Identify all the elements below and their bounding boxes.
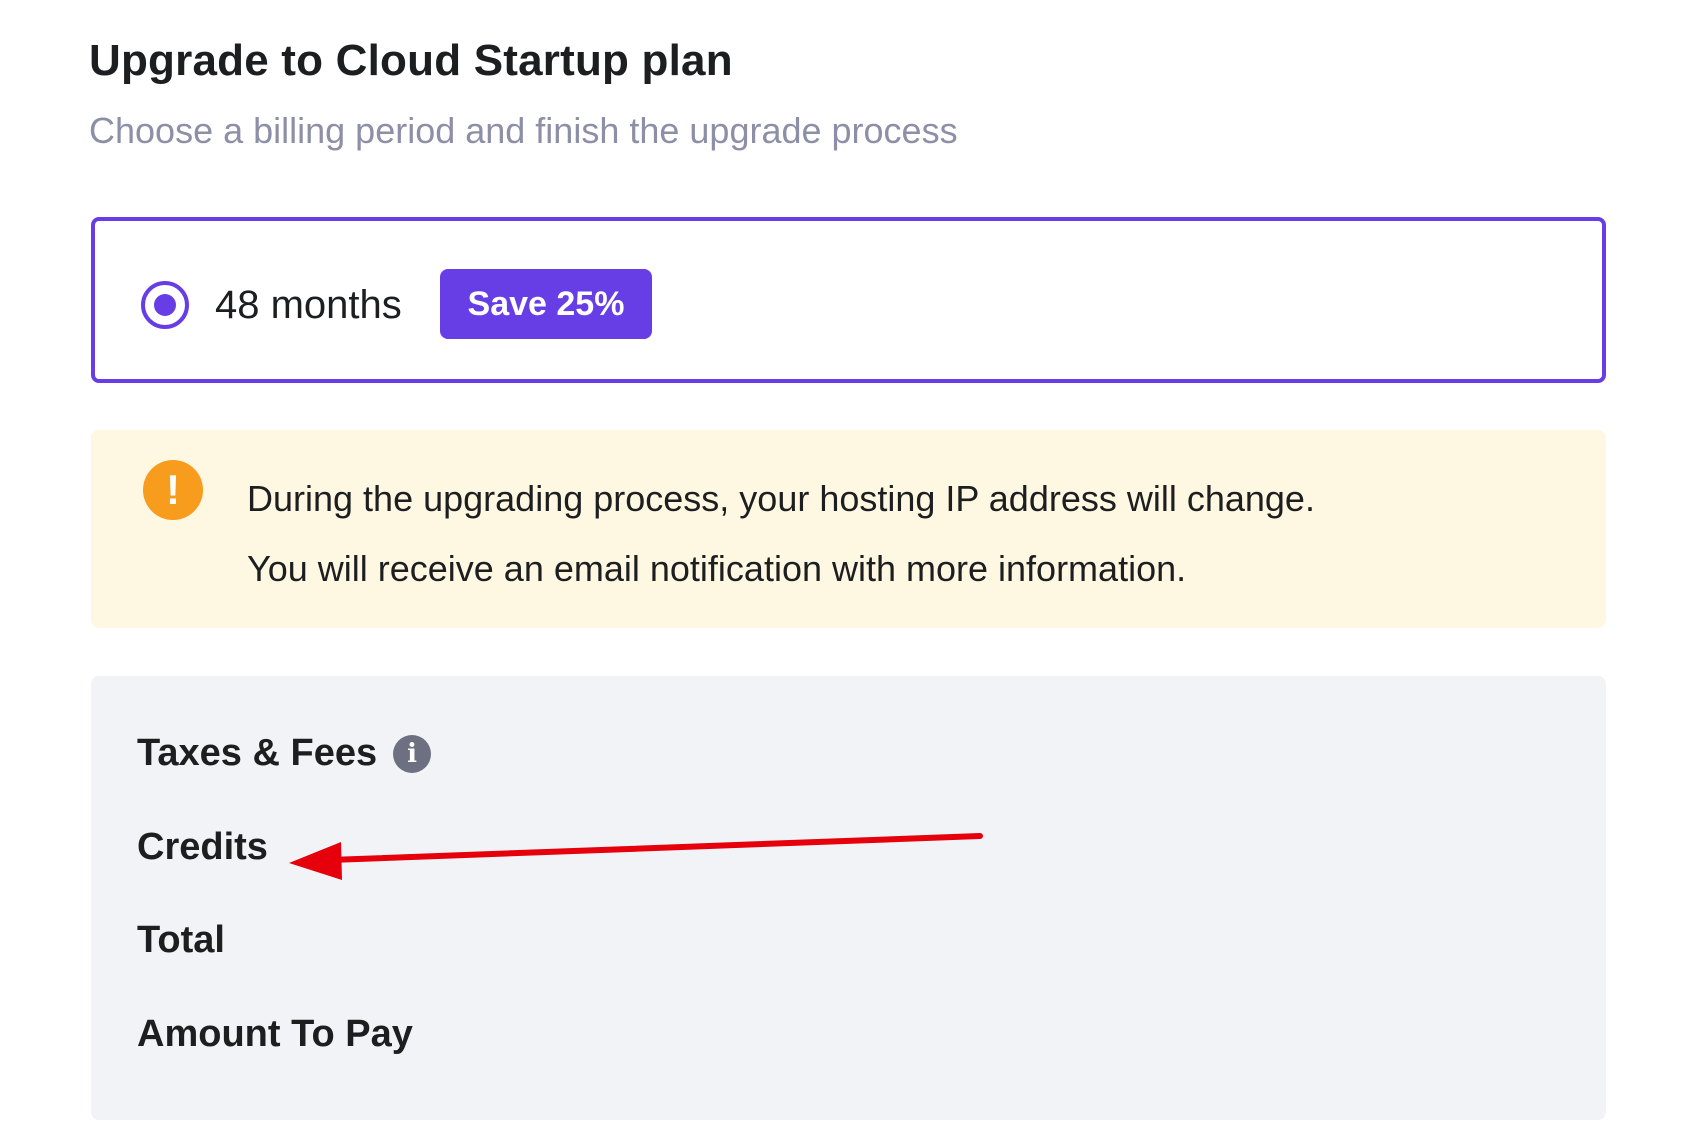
amount-to-pay-label: Amount To Pay: [137, 1013, 413, 1055]
warning-text: During the upgrading process, your hosti…: [247, 464, 1315, 604]
ip-change-warning: ! During the upgrading process, your hos…: [91, 430, 1606, 628]
summary-row-credits: Credits: [137, 826, 268, 869]
warning-line-2: You will receive an email notification w…: [247, 548, 1187, 589]
upgrade-page: Upgrade to Cloud Startup plan Choose a b…: [0, 0, 1688, 1134]
billing-period-radio[interactable]: [141, 281, 189, 329]
billing-period-label: 48 months: [215, 283, 402, 327]
page-subtitle: Choose a billing period and finish the u…: [89, 110, 958, 151]
summary-row-taxes: Taxes & Fees i: [137, 732, 432, 775]
exclamation-icon: !: [143, 460, 203, 520]
page-title: Upgrade to Cloud Startup plan: [89, 36, 733, 85]
radio-selected-dot: [154, 294, 176, 316]
info-icon[interactable]: i: [393, 734, 432, 773]
taxes-label: Taxes & Fees: [137, 732, 378, 774]
warning-line-1: During the upgrading process, your hosti…: [247, 478, 1315, 519]
total-label: Total: [137, 919, 225, 961]
credits-label: Credits: [137, 826, 268, 868]
billing-period-option[interactable]: 48 months Save 25%: [91, 217, 1606, 383]
summary-row-total: Total: [137, 919, 225, 962]
summary-row-amount-to-pay: Amount To Pay: [137, 1013, 413, 1056]
order-summary: Taxes & Fees i Credits Total Amount To P…: [91, 676, 1606, 1120]
save-badge: Save 25%: [440, 269, 652, 339]
